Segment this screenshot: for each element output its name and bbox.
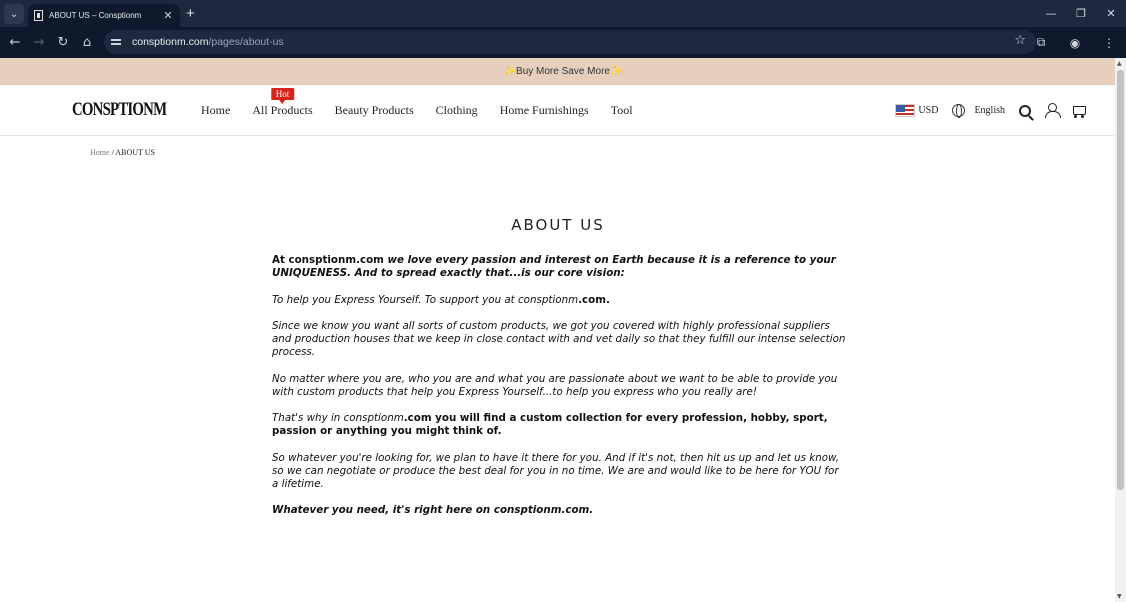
language-selector[interactable]: English	[974, 105, 1005, 116]
reload-icon[interactable]: ↻	[51, 35, 75, 50]
address-bar[interactable]: consptionm.com/pages/about-us ☆	[104, 30, 1036, 54]
paragraph-intro: At consptionm.com we love every passion …	[272, 254, 847, 280]
promo-banner: ✨Buy More Save More✨	[0, 58, 1126, 85]
menu-item-beauty-products[interactable]: Beauty Products	[335, 103, 414, 118]
paragraph-provide: No matter where you are, who you are and…	[272, 372, 838, 398]
cart-icon[interactable]	[1071, 104, 1086, 118]
toolbar-right: ⧉ ◉ ⋮	[1024, 27, 1126, 58]
main-menu: Home Hot All Products Beauty Products Cl…	[190, 85, 644, 136]
browser-toolbar: ← → ↻ ⌂ consptionm.com/pages/about-us ☆ …	[0, 27, 1126, 58]
breadcrumb-home[interactable]: Home	[90, 148, 110, 157]
globe-icon[interactable]	[952, 104, 966, 118]
page-title: ABOUT US	[511, 216, 605, 234]
paragraph-deal: So whatever you're looking for, we plan …	[272, 451, 840, 490]
scroll-up-icon[interactable]: ▲	[1117, 60, 1122, 67]
site-header: CONSPTIONM Home Hot All Products Beauty …	[0, 85, 1126, 136]
paragraph-collection: That's why in consptionm.com you will fi…	[272, 412, 847, 438]
currency-selector[interactable]: USD	[918, 105, 938, 116]
site-info-icon[interactable]	[110, 36, 122, 48]
browser-tab[interactable]: ABOUT US – Consptionm ✕	[28, 4, 180, 27]
header-actions: USD English	[895, 85, 1086, 136]
profile-icon[interactable]: ◉	[1058, 36, 1092, 50]
home-icon[interactable]: ⌂	[75, 35, 99, 50]
intro-domain: .com	[356, 254, 384, 266]
site-logo[interactable]: CONSPTIONM	[72, 99, 167, 121]
window-controls: — ❐ ✕	[1036, 0, 1126, 27]
scroll-thumb[interactable]	[1117, 70, 1124, 490]
favicon-icon	[34, 10, 43, 21]
close-tab-icon[interactable]: ✕	[162, 9, 174, 22]
scroll-down-icon[interactable]: ▼	[1117, 593, 1122, 600]
breadcrumb-current: ABOUT US	[115, 148, 155, 157]
new-tab-button[interactable]: +	[186, 5, 195, 22]
breadcrumb: Home / ABOUT US	[90, 148, 155, 157]
url-path: /pages/about-us	[208, 36, 284, 48]
restore-icon[interactable]: ❐	[1066, 0, 1096, 27]
about-content: At consptionm.com we love every passion …	[272, 254, 847, 531]
menu-item-home-furnishings[interactable]: Home Furnishings	[500, 103, 589, 118]
tab-search-chevron-icon[interactable]: ⌄	[4, 4, 24, 24]
forward-icon[interactable]: →	[27, 35, 51, 50]
minimize-icon[interactable]: —	[1036, 0, 1066, 27]
paragraph-suppliers: Since we know you want all sorts of cust…	[272, 320, 846, 358]
paragraph-closing: Whatever you need, it's right here on co…	[272, 504, 594, 516]
breadcrumb-separator: /	[111, 148, 114, 157]
paragraph-help: To help you Express Yourself. To support…	[272, 294, 847, 307]
menu-item-clothing[interactable]: Clothing	[436, 103, 478, 118]
hot-badge: Hot	[270, 88, 295, 104]
menu-item-all-products[interactable]: Hot All Products	[252, 88, 313, 118]
browser-tab-bar: ⌄ ABOUT US – Consptionm ✕ + — ❐ ✕	[0, 0, 1126, 27]
tab-title: ABOUT US – Consptionm	[49, 11, 142, 20]
browser-menu-icon[interactable]: ⋮	[1092, 36, 1126, 50]
account-icon[interactable]	[1045, 103, 1061, 118]
promo-text[interactable]: ✨Buy More Save More✨	[504, 66, 623, 77]
us-flag-icon[interactable]	[895, 104, 916, 117]
url-text: consptionm.com/pages/about-us	[132, 36, 284, 48]
url-domain: consptionm.com	[132, 36, 209, 48]
page-scrollbar[interactable]: ▲ ▼	[1115, 58, 1126, 602]
menu-item-tool[interactable]: Tool	[611, 103, 633, 118]
menu-item-home[interactable]: Home	[201, 103, 230, 118]
window-close-icon[interactable]: ✕	[1096, 0, 1126, 27]
search-icon[interactable]	[1019, 104, 1031, 117]
menu-item-all-products-label: All Products	[252, 103, 313, 117]
extensions-icon[interactable]: ⧉	[1024, 35, 1058, 50]
intro-brand: At consptionm	[272, 254, 357, 266]
collection-lead: That's why in consptionm	[272, 412, 404, 424]
help-text: To help you Express Yourself. To support…	[272, 293, 579, 306]
help-domain: .com.	[578, 293, 610, 306]
back-icon[interactable]: ←	[3, 35, 27, 50]
